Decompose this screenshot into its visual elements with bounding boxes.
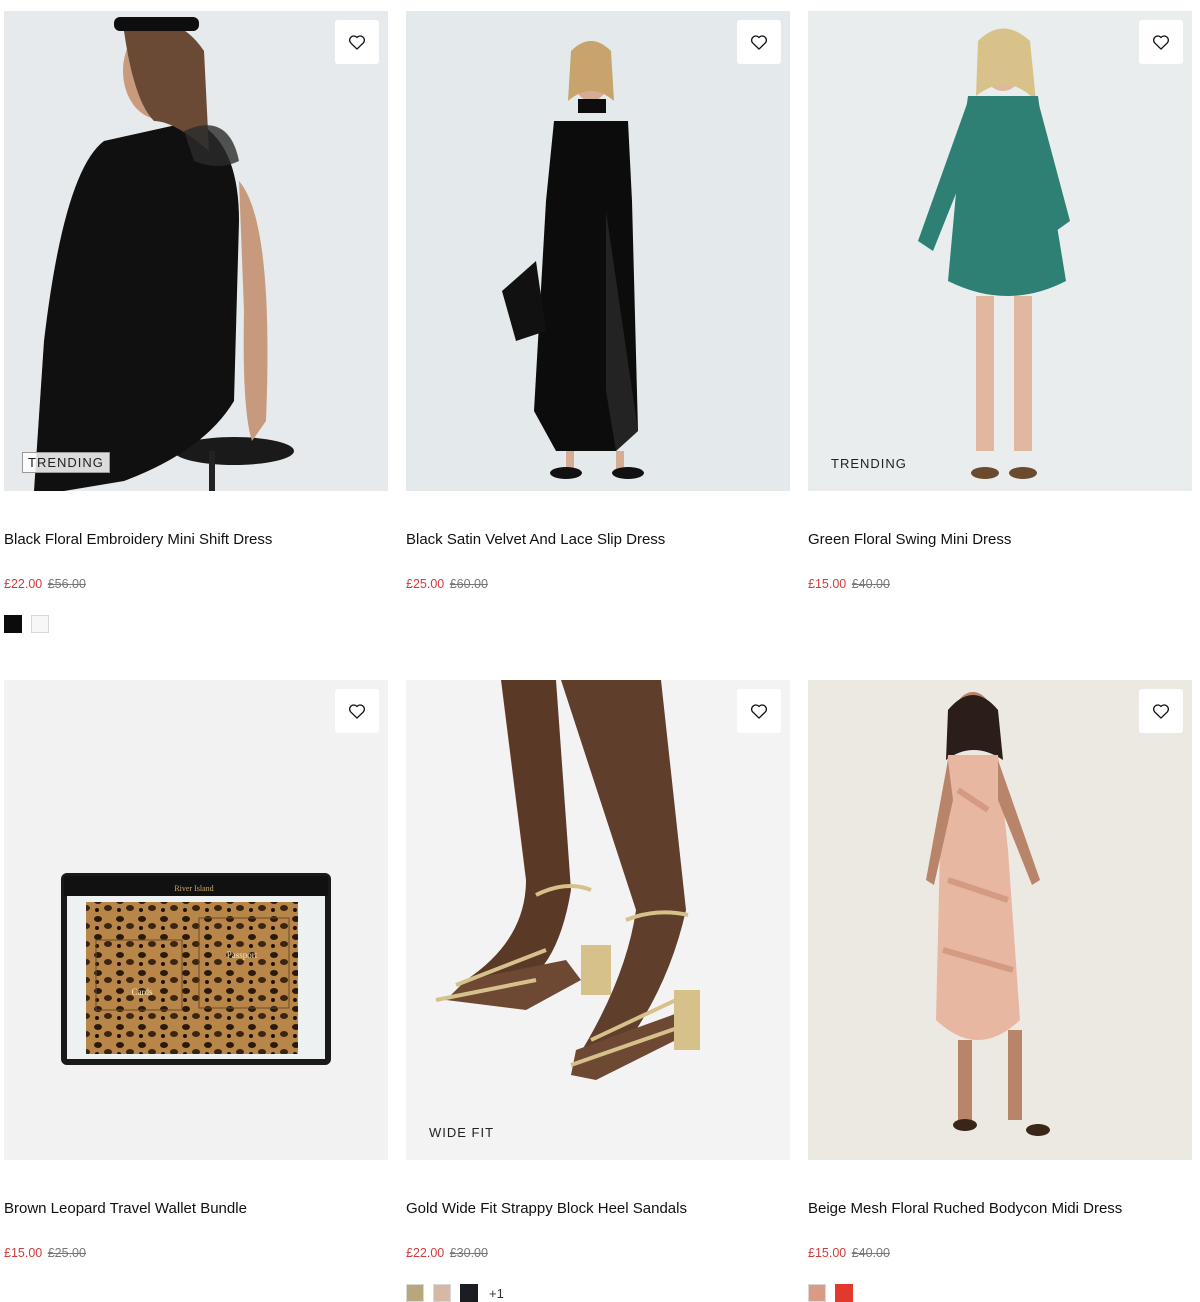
color-swatch-nude[interactable] (433, 1284, 451, 1302)
price-row: £22.00 £56.00 (4, 577, 86, 591)
product-title[interactable]: Beige Mesh Floral Ruched Bodycon Midi Dr… (808, 1200, 1122, 1217)
heart-icon (348, 35, 366, 50)
color-swatch-beige[interactable] (808, 1284, 826, 1302)
sale-price: £15.00 (808, 577, 847, 591)
product-image[interactable]: WIDE FIT (406, 680, 790, 1160)
original-price: £40.00 (851, 1246, 890, 1260)
heart-icon (348, 704, 366, 719)
price-row: £15.00 £40.00 (808, 1246, 890, 1260)
wishlist-button[interactable] (1139, 689, 1183, 733)
wishlist-button[interactable] (1139, 20, 1183, 64)
product-card[interactable]: Beige Mesh Floral Ruched Bodycon Midi Dr… (808, 680, 1192, 1302)
product-title[interactable]: Black Satin Velvet And Lace Slip Dress (406, 531, 665, 548)
original-price: £30.00 (449, 1246, 488, 1260)
original-price: £56.00 (47, 577, 86, 591)
sale-price: £15.00 (4, 1246, 43, 1260)
heart-icon (750, 35, 768, 50)
color-swatch-black[interactable] (460, 1284, 478, 1302)
color-swatches (808, 1284, 853, 1302)
color-swatch-black[interactable] (4, 615, 22, 633)
sale-price: £22.00 (4, 577, 43, 591)
wishlist-button[interactable] (335, 689, 379, 733)
color-swatch-gold[interactable] (406, 1284, 424, 1302)
product-card[interactable]: WIDE FIT Gold Wide Fit Strappy Block Hee… (406, 680, 790, 1302)
svg-text:Passport: Passport (227, 950, 258, 960)
slip-dress-photo (406, 11, 790, 491)
wishlist-button[interactable] (335, 20, 379, 64)
wishlist-button[interactable] (737, 689, 781, 733)
black-dress-photo (4, 11, 388, 491)
more-colors-link[interactable]: +1 (489, 1286, 504, 1301)
leopard-wallet-photo: River Island Passport Cards (4, 680, 388, 1160)
color-swatches: +1 (406, 1284, 504, 1302)
product-image[interactable]: TRENDING (4, 11, 388, 491)
trending-badge: TRENDING (22, 452, 110, 473)
product-title[interactable]: Brown Leopard Travel Wallet Bundle (4, 1200, 247, 1217)
product-title[interactable]: Green Floral Swing Mini Dress (808, 531, 1011, 548)
price-row: £15.00 £40.00 (808, 577, 890, 591)
price-row: £25.00 £60.00 (406, 577, 488, 591)
price-row: £22.00 £30.00 (406, 1246, 488, 1260)
sale-price: £15.00 (808, 1246, 847, 1260)
heart-icon (1152, 704, 1170, 719)
heart-icon (750, 704, 768, 719)
green-dress-photo (808, 11, 1192, 491)
product-card[interactable]: TRENDING Green Floral Swing Mini Dress £… (808, 11, 1192, 591)
wishlist-button[interactable] (737, 20, 781, 64)
product-card[interactable]: River Island Passport Cards Brown Leopar… (4, 680, 388, 1260)
price-row: £15.00 £25.00 (4, 1246, 86, 1260)
color-swatch-red[interactable] (835, 1284, 853, 1302)
product-image[interactable]: TRENDING (808, 11, 1192, 491)
product-card[interactable]: TRENDING Black Floral Embroidery Mini Sh… (4, 11, 388, 633)
product-card[interactable]: Black Satin Velvet And Lace Slip Dress £… (406, 11, 790, 591)
sandals-photo (406, 680, 790, 1160)
svg-text:Cards: Cards (132, 987, 153, 997)
sale-price: £22.00 (406, 1246, 445, 1260)
product-image[interactable] (406, 11, 790, 491)
original-price: £25.00 (47, 1246, 86, 1260)
product-title[interactable]: Black Floral Embroidery Mini Shift Dress (4, 531, 272, 548)
product-image[interactable]: River Island Passport Cards (4, 680, 388, 1160)
product-image[interactable] (808, 680, 1192, 1160)
color-swatch-white[interactable] (31, 615, 49, 633)
original-price: £60.00 (449, 577, 488, 591)
sale-price: £25.00 (406, 577, 445, 591)
heart-icon (1152, 35, 1170, 50)
product-title[interactable]: Gold Wide Fit Strappy Block Heel Sandals (406, 1200, 687, 1217)
beige-dress-photo (808, 680, 1192, 1160)
trending-badge: TRENDING (831, 456, 907, 471)
color-swatches (4, 615, 49, 633)
wide-fit-badge: WIDE FIT (429, 1125, 495, 1140)
original-price: £40.00 (851, 577, 890, 591)
svg-text:River Island: River Island (174, 884, 213, 893)
